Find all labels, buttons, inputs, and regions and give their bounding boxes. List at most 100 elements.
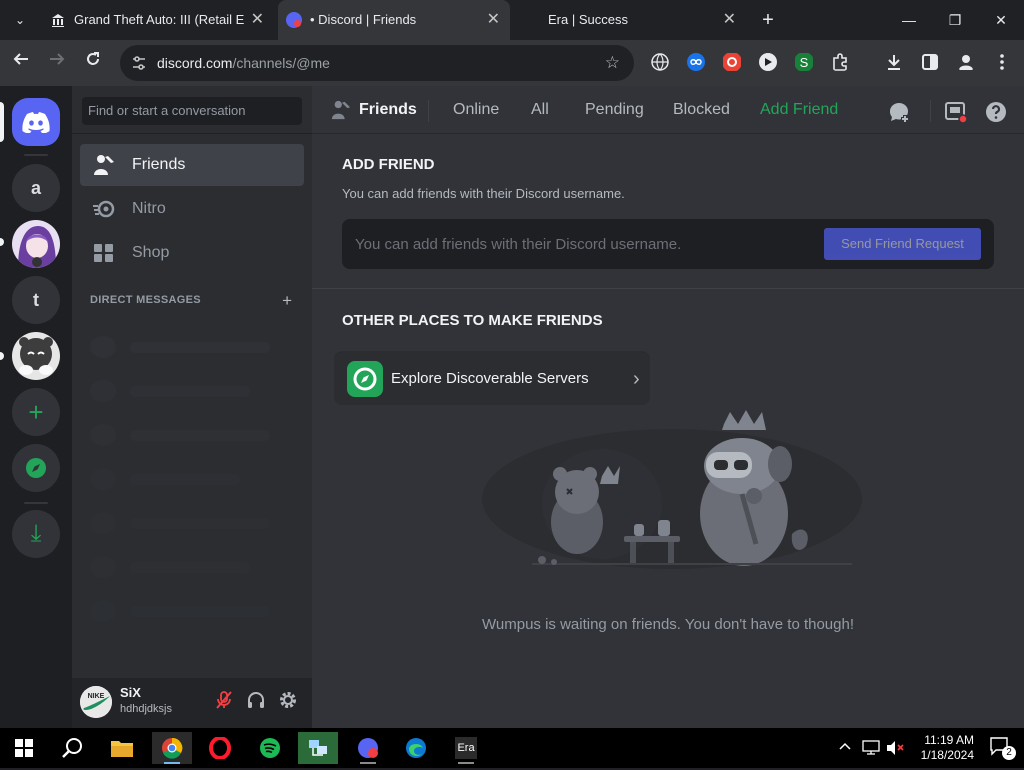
server-anime-avatar[interactable] <box>12 220 60 268</box>
help-icon[interactable] <box>984 100 1008 124</box>
tab-pending[interactable]: Pending <box>577 98 652 122</box>
bear-avatar-icon <box>19 337 53 375</box>
search-icon <box>62 738 82 758</box>
mute-button[interactable] <box>212 690 236 714</box>
sidebar-item-nitro[interactable]: Nitro <box>80 188 304 230</box>
inbox-icon[interactable] <box>944 100 968 124</box>
compass-tile <box>347 361 383 397</box>
tab-online[interactable]: Online <box>445 98 507 122</box>
friends-main-panel: Friends Online All Pending Blocked Add F… <box>312 86 1024 728</box>
browser-tab-era[interactable]: Era | Success ✕ <box>514 0 746 40</box>
discord-favicon-icon <box>286 12 302 28</box>
site-settings-icon[interactable] <box>130 54 148 72</box>
chrome-icon <box>162 737 183 759</box>
windows-taskbar: Era 11:19 AM 1/18/2024 2 <box>0 728 1024 768</box>
infinity-extension-icon[interactable] <box>686 52 706 72</box>
back-button[interactable] <box>8 50 34 76</box>
taskbar-era[interactable]: Era <box>446 732 486 764</box>
username-input[interactable] <box>355 220 815 268</box>
reload-button[interactable] <box>80 50 106 76</box>
download-apps-button[interactable]: ⤓ <box>12 510 60 558</box>
taskbar-discord[interactable] <box>348 732 388 764</box>
system-clock[interactable]: 11:19 AM 1/18/2024 <box>921 733 974 763</box>
notification-center-button[interactable]: 2 <box>988 736 1016 760</box>
tab-search-dropdown[interactable]: ⌄ <box>10 10 30 30</box>
record-extension-icon[interactable] <box>722 52 742 72</box>
running-indicator <box>458 762 474 764</box>
server-t[interactable]: t <box>12 276 60 324</box>
server-bear-avatar[interactable] <box>12 332 60 380</box>
dm-placeholder <box>90 600 276 622</box>
start-button[interactable] <box>4 732 44 764</box>
kebab-menu-icon[interactable] <box>992 52 1012 72</box>
taskbar-opera[interactable] <box>200 732 240 764</box>
close-window-button[interactable]: ✕ <box>978 0 1024 40</box>
taskbar-file-explorer[interactable] <box>102 732 142 764</box>
taskbar-edge[interactable] <box>396 732 436 764</box>
download-icon[interactable] <box>884 52 904 72</box>
close-tab-icon[interactable]: ✕ <box>251 0 264 40</box>
friends-wave-icon <box>94 155 114 175</box>
header-divider <box>930 100 931 122</box>
dm-placeholder <box>90 380 276 402</box>
taskbar-network-app[interactable] <box>298 732 338 764</box>
close-tab-icon[interactable]: ✕ <box>723 0 736 40</box>
active-indicator <box>164 762 180 764</box>
restore-button[interactable]: ❐ <box>932 0 978 40</box>
network-tray-button[interactable] <box>862 740 880 759</box>
close-tab-icon[interactable]: ✕ <box>487 0 500 40</box>
forward-button[interactable] <box>44 50 70 76</box>
deafen-button[interactable] <box>244 690 268 714</box>
avatar[interactable]: NIKE <box>80 686 112 718</box>
send-friend-request-button[interactable]: Send Friend Request <box>824 228 981 260</box>
rail-separator <box>24 154 48 156</box>
add-friend-heading: ADD FRIEND <box>342 156 435 173</box>
browser-toolbar: discord.com/channels/@me ☆ S <box>0 40 1024 86</box>
explore-label: Explore Discoverable Servers <box>391 370 589 387</box>
server-a[interactable]: a <box>12 164 60 212</box>
browser-tab-discord[interactable]: • Discord | Friends ✕ <box>278 0 510 40</box>
reload-icon <box>87 52 99 65</box>
user-settings-button[interactable] <box>276 690 300 714</box>
direct-messages-home-button[interactable] <box>12 98 60 146</box>
address-bar[interactable]: discord.com/channels/@me ☆ <box>120 45 634 81</box>
taskbar-search-button[interactable] <box>52 732 92 764</box>
volume-tray-button[interactable] <box>886 740 906 759</box>
empty-state-text: Wumpus is waiting on friends. You don't … <box>482 616 854 633</box>
new-group-dm-icon[interactable] <box>887 100 911 124</box>
show-hidden-icons-button[interactable] <box>838 740 852 757</box>
find-conversation-button[interactable]: Find or start a conversation <box>82 97 302 125</box>
explore-discoverable-servers-button[interactable]: Explore Discoverable Servers › <box>334 351 650 405</box>
taskbar-chrome[interactable] <box>152 732 192 764</box>
side-panel-icon[interactable] <box>920 52 940 72</box>
other-places-heading: OTHER PLACES TO MAKE FRIENDS <box>342 312 603 329</box>
tab-add-friend[interactable]: Add Friend <box>752 98 846 122</box>
bookmark-star-icon[interactable]: ☆ <box>605 53 620 73</box>
add-server-button[interactable]: + <box>12 388 60 436</box>
tab-blocked[interactable]: Blocked <box>665 98 738 122</box>
sidebar-item-shop[interactable]: Shop <box>80 232 304 274</box>
tab-all[interactable]: All <box>523 98 557 122</box>
profile-icon[interactable] <box>956 52 976 72</box>
taskbar-spotify[interactable] <box>250 732 290 764</box>
clock-time: 11:19 AM <box>924 733 974 747</box>
minimize-button[interactable]: — <box>886 0 932 40</box>
new-tab-button[interactable]: + <box>758 10 778 30</box>
sidebar-item-friends[interactable]: Friends <box>80 144 304 186</box>
browser-tab-gta[interactable]: Grand Theft Auto: III (Retail Edi ✕ <box>42 0 274 40</box>
globe-extension-icon[interactable] <box>650 52 670 72</box>
discord-logo-icon <box>22 112 50 134</box>
extensions-puzzle-icon[interactable] <box>830 52 850 72</box>
arrow-right-icon <box>50 53 65 65</box>
unread-indicator <box>0 238 4 246</box>
explore-servers-button[interactable] <box>12 444 60 492</box>
tab-title: Grand Theft Auto: III (Retail Edi <box>74 12 244 27</box>
gear-icon <box>280 692 296 708</box>
running-indicator <box>360 762 376 764</box>
audio-extension-icon[interactable] <box>758 52 778 72</box>
add-friend-input-wrap: Send Friend Request <box>342 219 994 269</box>
opera-icon <box>209 736 231 760</box>
s-extension-icon[interactable]: S <box>794 52 814 72</box>
create-dm-button[interactable]: + <box>282 291 292 311</box>
section-divider <box>312 288 1024 289</box>
